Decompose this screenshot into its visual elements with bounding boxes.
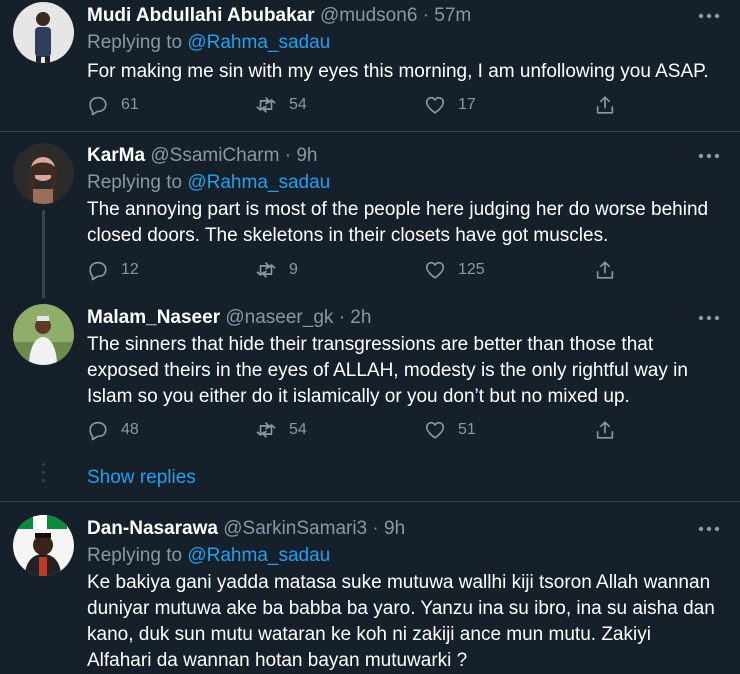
show-replies-link[interactable]: Show replies (87, 466, 196, 490)
retweet-button[interactable]: 54 (255, 93, 307, 117)
timestamp[interactable]: 57m (434, 5, 471, 26)
tweet-text: The sinners that hide their transgressio… (87, 334, 688, 407)
replying-to: Replying to @Rahma_sadau (87, 171, 330, 195)
timestamp[interactable]: 9h (384, 518, 405, 539)
thread-ellipsis (42, 463, 45, 487)
avatar[interactable] (13, 515, 74, 576)
reply-count: 48 (121, 421, 139, 438)
tweet-header: Malam_Naseer @naseer_gk · 2h (87, 306, 371, 330)
replying-label: Replying to (87, 32, 183, 53)
reply-button[interactable]: 12 (87, 258, 139, 282)
display-name[interactable]: Dan-Nasarawa (87, 518, 218, 539)
retweet-button[interactable]: 54 (255, 418, 307, 442)
share-button[interactable] (594, 93, 616, 117)
more-icon[interactable] (698, 522, 720, 536)
share-icon (596, 96, 614, 114)
separator-dot: · (284, 145, 292, 166)
thread-line (42, 210, 45, 298)
like-icon (425, 261, 445, 279)
retweet-count: 54 (289, 421, 307, 438)
user-handle[interactable]: @naseer_gk (225, 307, 333, 328)
display-name[interactable]: Malam_Naseer (87, 307, 220, 328)
replying-mention[interactable]: @Rahma_sadau (187, 545, 330, 566)
replying-to: Replying to @Rahma_sadau (87, 544, 330, 568)
share-icon (596, 421, 614, 439)
replying-to: Replying to @Rahma_sadau (87, 31, 330, 55)
tweet-actions: 48 54 51 (87, 418, 647, 442)
share-button[interactable] (594, 418, 616, 442)
user-handle[interactable]: @SarkinSamari3 (223, 518, 367, 539)
tweet-text: The annoying part is most of the people … (87, 199, 709, 246)
share-icon (596, 261, 614, 279)
replying-label: Replying to (87, 545, 183, 566)
reply-icon (89, 421, 107, 441)
avatar[interactable] (13, 304, 74, 365)
separator-dot: · (372, 518, 379, 539)
tweet-text: For making me sin with my eyes this morn… (87, 61, 709, 82)
reply-button[interactable]: 48 (87, 418, 139, 442)
more-icon[interactable] (698, 149, 720, 163)
display-name[interactable]: Mudi Abdullahi Abubakar (87, 5, 315, 26)
separator-dot: · (422, 5, 429, 26)
like-count: 17 (458, 96, 476, 113)
reply-icon (89, 261, 107, 281)
retweet-icon (256, 422, 276, 438)
like-button[interactable]: 17 (424, 93, 476, 117)
like-icon (425, 421, 445, 439)
reply-button[interactable]: 61 (87, 93, 139, 117)
user-handle[interactable]: @SsamiCharm (150, 145, 279, 166)
tweet-header: Dan-Nasarawa @SarkinSamari3 · 9h (87, 517, 405, 541)
reply-icon (89, 96, 107, 116)
tweet-header: Mudi Abdullahi Abubakar @mudson6 · 57m (87, 4, 471, 28)
timestamp[interactable]: 9h (296, 145, 317, 166)
avatar[interactable] (13, 2, 74, 63)
like-icon (425, 96, 445, 114)
more-icon[interactable] (698, 311, 720, 325)
tweet-actions: 61 54 17 (87, 93, 647, 117)
like-button[interactable]: 125 (424, 258, 485, 282)
like-count: 51 (458, 421, 476, 438)
more-icon[interactable] (698, 9, 720, 23)
retweet-button[interactable]: 9 (255, 258, 298, 282)
tweet-divider (0, 131, 740, 132)
replying-label: Replying to (87, 172, 183, 193)
tweet-divider (0, 501, 740, 502)
reply-count: 12 (121, 261, 139, 278)
like-count: 125 (458, 261, 485, 278)
avatar[interactable] (13, 143, 74, 204)
display-name[interactable]: KarMa (87, 145, 145, 166)
reply-count: 61 (121, 96, 139, 113)
replying-mention[interactable]: @Rahma_sadau (187, 32, 330, 53)
replying-mention[interactable]: @Rahma_sadau (187, 172, 330, 193)
tweet-actions: 12 9 125 (87, 258, 647, 282)
tweet-text: Ke bakiya gani yadda matasa suke mutuwa … (87, 572, 715, 671)
retweet-icon (256, 97, 276, 113)
like-button[interactable]: 51 (424, 418, 476, 442)
user-handle[interactable]: @mudson6 (320, 5, 417, 26)
retweet-count: 54 (289, 96, 307, 113)
share-button[interactable] (594, 258, 616, 282)
tweet-header: KarMa @SsamiCharm · 9h (87, 144, 317, 168)
separator-dot: · (338, 307, 346, 328)
retweet-count: 9 (289, 261, 298, 278)
retweet-icon (256, 262, 276, 278)
timestamp[interactable]: 2h (350, 307, 371, 328)
